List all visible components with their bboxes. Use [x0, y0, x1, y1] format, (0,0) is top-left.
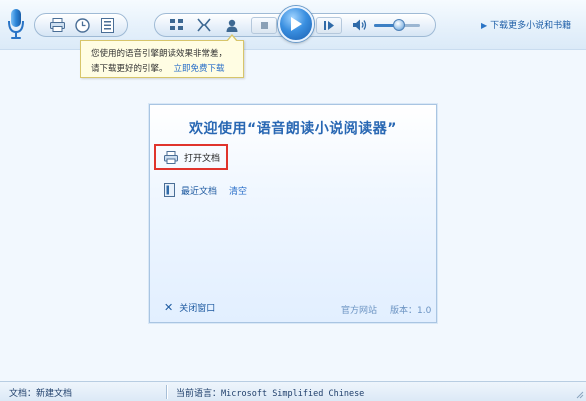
status-bar: 文档：新建文档 当前语言：Microsoft Simplified Chines… [0, 381, 586, 401]
document-status-value: 新建文档 [36, 389, 73, 399]
print-button[interactable] [47, 15, 67, 35]
printer-icon [164, 150, 178, 164]
play-icon [291, 17, 302, 31]
bookmark-button[interactable] [167, 15, 187, 35]
tooltip-line-2-text: 请下载更好的引擎。 [91, 64, 168, 74]
download-more-label: 下载更多小说和书籍 [490, 21, 572, 31]
timer-button[interactable] [72, 15, 92, 35]
printer-icon [49, 18, 65, 32]
next-button[interactable] [316, 17, 342, 34]
list-icon [100, 17, 114, 33]
clock-icon [74, 17, 90, 33]
microphone-icon[interactable] [7, 8, 25, 40]
engine-warning-tooltip: 您使用的语音引擎朗读效果非常差， 请下载更好的引擎。 立即免费下载 [80, 34, 244, 78]
person-icon [226, 19, 238, 32]
grid-icon [170, 19, 183, 30]
language-status-value: Microsoft Simplified Chinese [221, 389, 365, 399]
version-text: 版本：1.0 [390, 306, 432, 316]
language-status: 当前语言：Microsoft Simplified Chinese [176, 386, 364, 399]
language-status-label: 当前语言： [176, 389, 222, 399]
triangle-right-icon: ▶ [481, 21, 488, 30]
recent-documents-label[interactable]: 最近文档 [181, 184, 217, 197]
download-more-link[interactable]: ▶ 下载更多小说和书籍 [481, 18, 571, 31]
close-window-button[interactable]: ✕ 关闭窗口 [164, 301, 215, 314]
document-status: 文档：新建文档 [9, 386, 72, 399]
stop-icon [260, 22, 268, 29]
close-window-label: 关闭窗口 [179, 304, 216, 314]
contents-button[interactable] [97, 15, 117, 35]
reader-button[interactable] [222, 15, 242, 35]
document-icon [164, 183, 175, 197]
recent-documents: 最近文档 清空 [164, 183, 247, 197]
open-document-button[interactable]: 打开文档 [154, 144, 228, 170]
welcome-title: 欢迎使用“语音朗读小说阅读器” [189, 121, 397, 137]
resize-grip-icon[interactable] [574, 389, 584, 399]
official-site-link[interactable]: 官方网站 [341, 303, 377, 316]
welcome-panel: 欢迎使用“语音朗读小说阅读器” 打开文档 最近文档 清空 ✕ 关闭窗口 官方网站 … [149, 104, 437, 323]
play-button[interactable] [278, 6, 314, 42]
document-status-label: 文档： [9, 389, 37, 399]
tooltip-line-1: 您使用的语音引擎朗读效果非常差， [91, 49, 228, 59]
voice-button[interactable] [194, 15, 214, 35]
open-document-label: 打开文档 [184, 153, 221, 164]
speaker-icon[interactable] [352, 18, 368, 32]
clear-recent-link[interactable]: 清空 [229, 184, 247, 197]
tooltip-line-2: 请下载更好的引擎。 立即免费下载 [91, 62, 225, 74]
close-icon: ✕ [164, 301, 174, 314]
next-icon [323, 21, 334, 30]
voice-icon [197, 18, 211, 32]
status-divider [166, 385, 167, 399]
free-download-link[interactable]: 立即免费下载 [174, 64, 225, 74]
stop-button[interactable] [251, 17, 277, 34]
